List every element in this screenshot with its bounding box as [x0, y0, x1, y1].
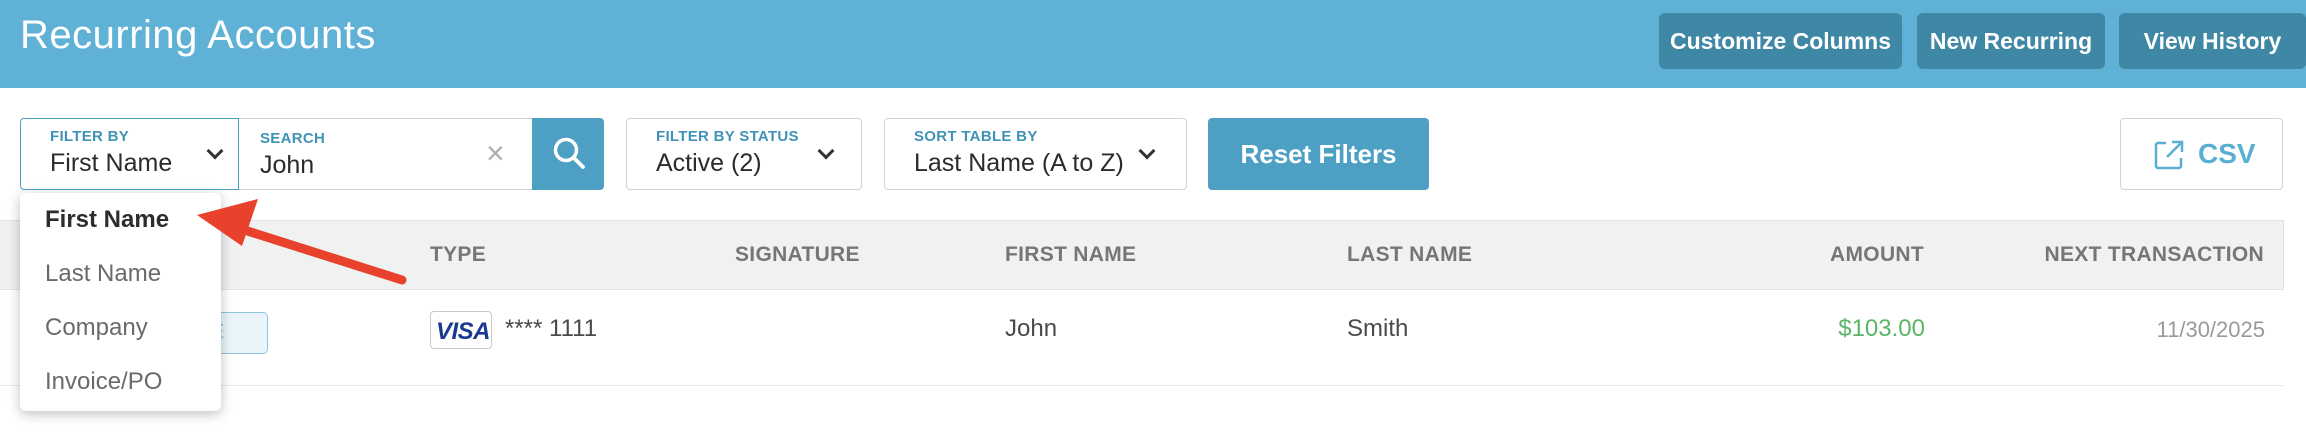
cell-first-name: John — [1005, 315, 1058, 342]
page-header: Recurring Accounts Customize Columns New… — [0, 0, 2306, 88]
search-field[interactable]: SEARCH John × — [239, 118, 533, 190]
column-header-last-name[interactable]: LAST NAME — [1347, 243, 1472, 267]
dropdown-option-company[interactable]: Company — [45, 314, 148, 342]
search-input[interactable]: John — [260, 151, 314, 180]
customize-columns-button[interactable]: Customize Columns — [1659, 13, 1902, 69]
view-history-button[interactable]: View History — [2119, 13, 2306, 69]
cell-amount: $103.00 — [1838, 315, 1925, 342]
external-link-icon — [2154, 140, 2184, 170]
dropdown-option-last-name[interactable]: Last Name — [45, 260, 161, 288]
page-title: Recurring Accounts — [20, 13, 376, 57]
cell-next-transaction: 11/30/2025 — [2156, 317, 2265, 342]
column-header-amount[interactable]: AMOUNT — [1830, 243, 1924, 267]
table-row[interactable]: E VISA **** 1111 John Smith $103.00 11/3… — [0, 290, 2284, 386]
search-button[interactable] — [532, 118, 604, 190]
sort-value: Last Name (A to Z) — [914, 149, 1124, 177]
column-header-next-transaction[interactable]: NEXT TRANSACTION — [2045, 243, 2264, 267]
column-header-type[interactable]: TYPE — [430, 243, 486, 267]
sort-label: SORT TABLE BY — [914, 128, 1038, 145]
filter-by-value: First Name — [50, 149, 173, 177]
column-header-signature[interactable]: SIGNATURE — [735, 243, 860, 267]
table-header: TYPE SIGNATURE FIRST NAME LAST NAME AMOU… — [0, 220, 2284, 290]
csv-label: CSV — [2198, 138, 2256, 169]
search-icon — [553, 137, 585, 169]
new-recurring-button[interactable]: New Recurring — [1917, 13, 2105, 69]
chevron-down-icon — [1138, 142, 1156, 160]
filter-by-label: FILTER BY — [50, 128, 130, 145]
sort-select[interactable]: SORT TABLE BY Last Name (A to Z) — [884, 118, 1187, 190]
reset-filters-button[interactable]: Reset Filters — [1208, 118, 1429, 190]
csv-export-button[interactable]: CSV — [2120, 118, 2283, 190]
card-brand-label: VISA — [436, 318, 491, 345]
card-number: **** 1111 — [505, 315, 598, 342]
filter-by-dropdown-menu: First Name Last Name Company Invoice/PO — [20, 193, 221, 411]
status-filter-label: FILTER BY STATUS — [656, 128, 799, 145]
search-label: SEARCH — [260, 130, 326, 147]
column-header-first-name[interactable]: FIRST NAME — [1005, 243, 1136, 267]
cell-last-name: Smith — [1347, 315, 1409, 342]
filter-by-select[interactable]: FILTER BY First Name — [20, 118, 239, 190]
status-filter-select[interactable]: FILTER BY STATUS Active (2) — [626, 118, 862, 190]
visa-card-icon: VISA — [430, 311, 492, 349]
dropdown-option-first-name[interactable]: First Name — [45, 206, 169, 234]
status-filter-value: Active (2) — [656, 149, 762, 177]
clear-icon[interactable]: × — [486, 137, 505, 169]
chevron-down-icon — [817, 142, 835, 160]
dropdown-option-invoice-po[interactable]: Invoice/PO — [45, 368, 162, 396]
chevron-down-icon — [206, 142, 224, 160]
